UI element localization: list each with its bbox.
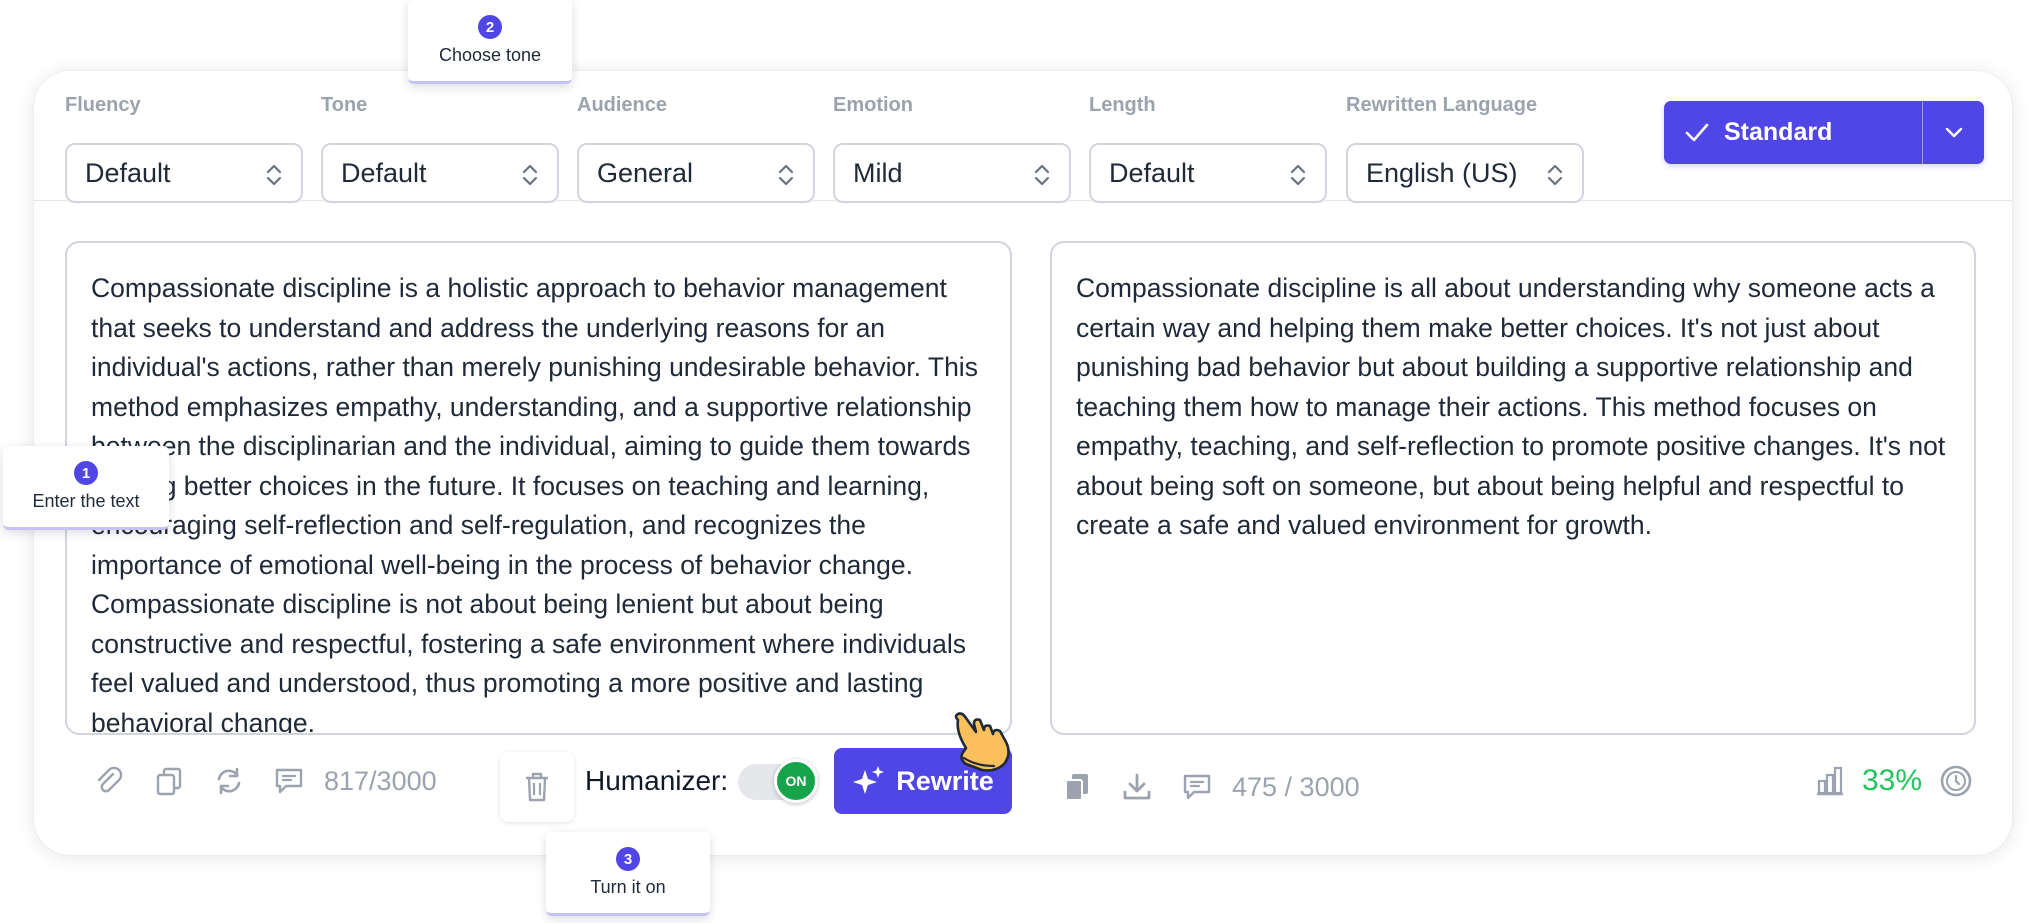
input-counter: 817/3000 xyxy=(324,765,437,796)
input-text-area[interactable]: Compassionate discipline is a holistic a… xyxy=(65,241,1012,735)
standard-label: Standard xyxy=(1724,118,1833,146)
history-icon[interactable] xyxy=(1934,763,1978,799)
language-select[interactable]: English (US) xyxy=(1346,143,1584,203)
attach-icon[interactable] xyxy=(84,765,134,797)
tone-select[interactable]: Default xyxy=(321,143,559,203)
comment-icon[interactable] xyxy=(1172,771,1222,803)
standard-mode-button: Standard xyxy=(1664,101,1984,164)
emotion-label: Emotion xyxy=(833,94,913,116)
language-field: Rewritten Language English (US) xyxy=(1346,93,1584,203)
tooltip-step-number: 2 xyxy=(478,15,502,39)
input-text: Compassionate discipline is a holistic a… xyxy=(91,273,978,735)
select-chevrons-icon xyxy=(1547,164,1563,186)
tooltip-choose-tone: 2 Choose tone xyxy=(408,0,572,84)
check-icon xyxy=(1685,123,1709,141)
tooltip-text: Turn it on xyxy=(590,877,666,897)
bar-chart-icon[interactable] xyxy=(1810,765,1850,797)
copy-icon[interactable] xyxy=(144,765,194,797)
select-chevrons-icon xyxy=(522,164,538,186)
standard-button[interactable]: Standard xyxy=(1664,101,1922,164)
select-chevrons-icon xyxy=(1290,164,1306,186)
stats-toolbar: 33% xyxy=(1810,751,1978,811)
paste-icon[interactable] xyxy=(1052,771,1102,803)
refresh-icon[interactable] xyxy=(204,765,254,797)
output-toolbar: 475 / 3000 xyxy=(1052,757,1360,817)
sparkle-icon xyxy=(853,766,885,794)
download-icon[interactable] xyxy=(1112,771,1162,803)
mode-dropdown-button[interactable] xyxy=(1922,101,1984,164)
audience-select[interactable]: General xyxy=(577,143,815,203)
language-value: English (US) xyxy=(1366,157,1518,188)
output-text-area[interactable]: Compassionate discipline is all about un… xyxy=(1050,241,1976,735)
language-label: Rewritten Language xyxy=(1346,94,1538,116)
length-select[interactable]: Default xyxy=(1089,143,1327,203)
chevron-down-icon xyxy=(1945,127,1962,137)
fluency-label: Fluency xyxy=(65,94,141,116)
rewriter-panel: Fluency Default Tone Default Audience Ge… xyxy=(34,71,2012,855)
select-chevrons-icon xyxy=(1034,164,1050,186)
hand-pointer-icon xyxy=(954,712,1010,772)
tooltip-text: Choose tone xyxy=(438,45,542,65)
output-text: Compassionate discipline is all about un… xyxy=(1076,273,1946,540)
emotion-select[interactable]: Mild xyxy=(833,143,1071,203)
humanizer-toggle[interactable]: ON xyxy=(738,759,818,803)
tooltip-step-number: 3 xyxy=(616,847,640,871)
select-chevrons-icon xyxy=(778,164,794,186)
tooltip-text: Enter the text xyxy=(32,491,140,511)
tone-field: Tone Default xyxy=(321,93,559,203)
tone-label: Tone xyxy=(321,94,368,116)
length-label: Length xyxy=(1089,94,1156,116)
output-counter: 475 / 3000 xyxy=(1232,771,1360,802)
audience-field: Audience General xyxy=(577,93,815,203)
tooltip-turn-it-on: 3 Turn it on xyxy=(546,832,710,916)
input-toolbar: 817/3000 xyxy=(84,751,437,811)
comment-icon[interactable] xyxy=(264,765,314,797)
length-field: Length Default xyxy=(1089,93,1327,203)
fluency-field: Fluency Default xyxy=(65,93,303,203)
tooltip-step-number: 1 xyxy=(74,461,98,485)
score-percent: 33% xyxy=(1862,764,1923,797)
audience-label: Audience xyxy=(577,94,668,116)
audience-value: General xyxy=(597,157,694,188)
emotion-value: Mild xyxy=(853,157,903,188)
select-chevrons-icon xyxy=(266,164,282,186)
settings-bar: Fluency Default Tone Default Audience Ge… xyxy=(34,71,2012,203)
humanizer-label: Humanizer: xyxy=(585,765,729,796)
tone-value: Default xyxy=(341,157,427,188)
clear-button[interactable] xyxy=(500,752,574,822)
tooltip-enter-text: 1 Enter the text xyxy=(3,446,169,530)
fluency-value: Default xyxy=(85,157,171,188)
length-value: Default xyxy=(1109,157,1195,188)
trash-icon xyxy=(526,772,548,802)
emotion-field: Emotion Mild xyxy=(833,93,1071,203)
fluency-select[interactable]: Default xyxy=(65,143,303,203)
toggle-knob: ON xyxy=(774,759,818,803)
